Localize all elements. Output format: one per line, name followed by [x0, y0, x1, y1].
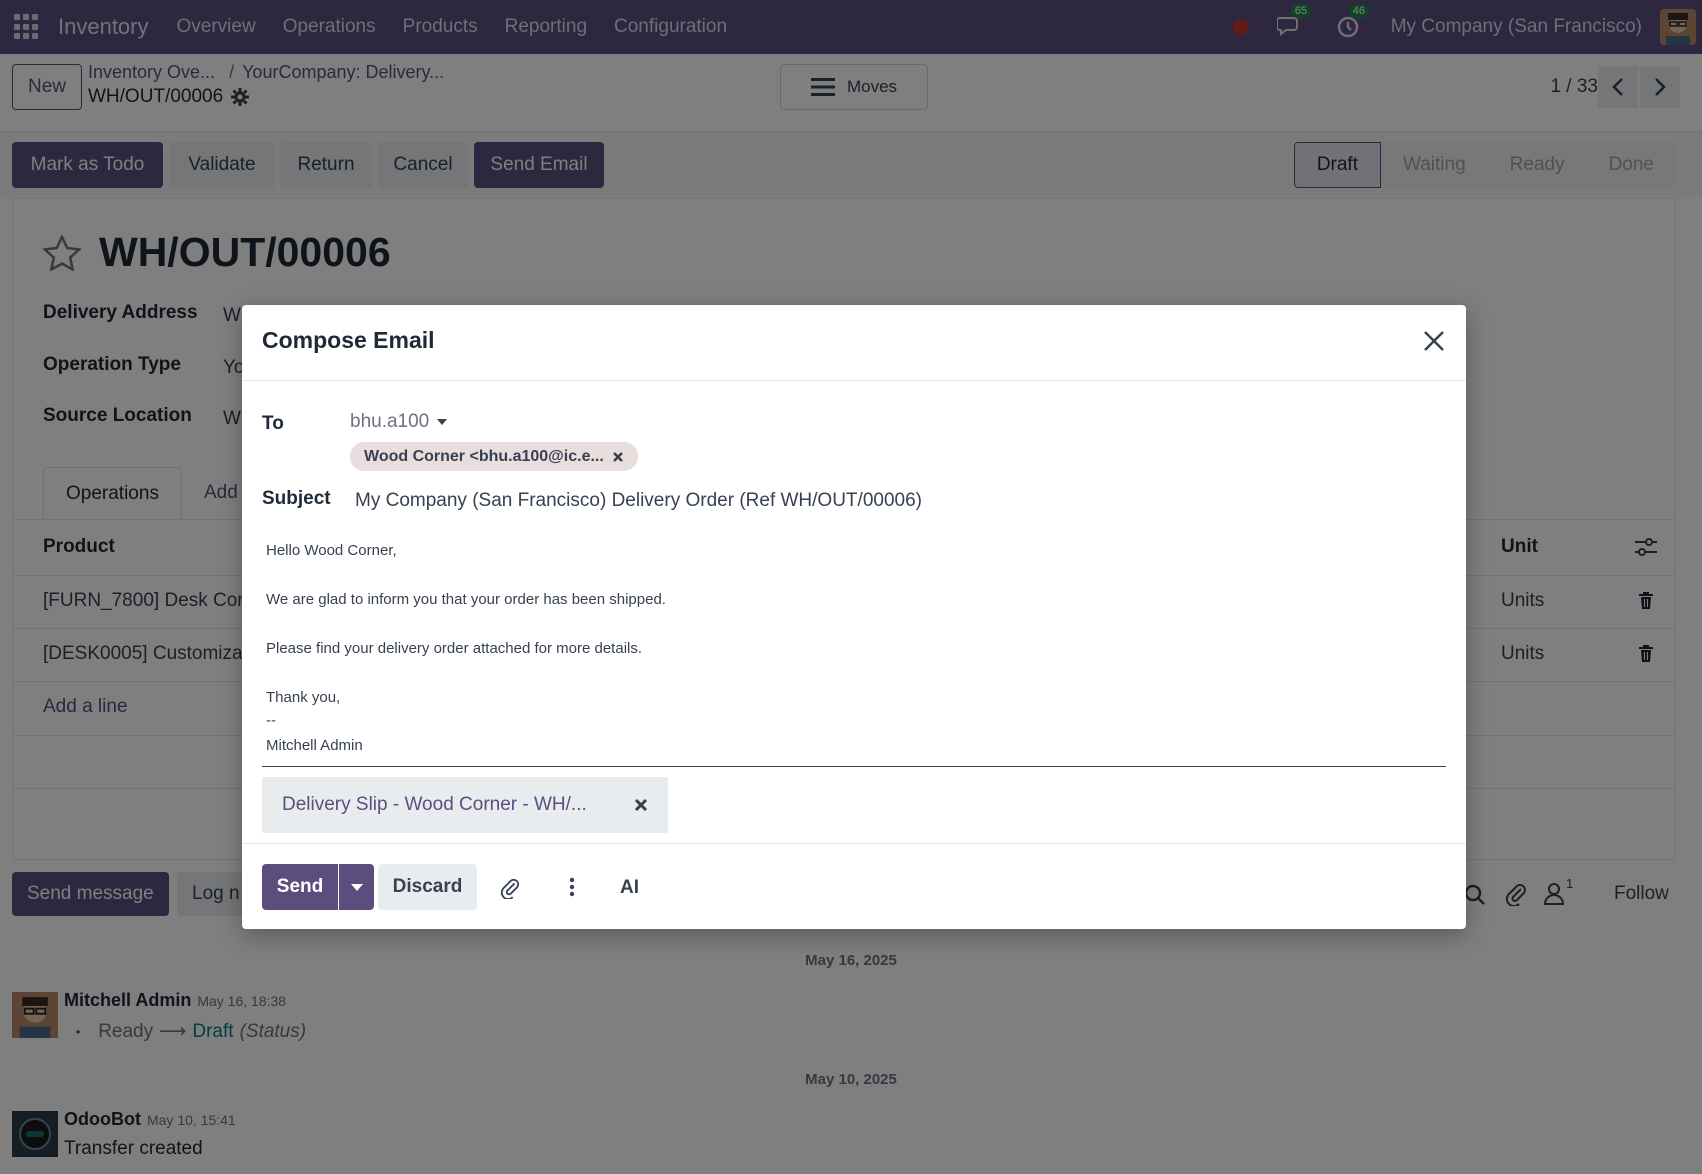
remove-attachment-icon[interactable] — [634, 798, 648, 812]
caret-down-icon — [437, 419, 448, 425]
modal-header: Compose Email — [242, 305, 1466, 381]
body-line: Please find your delivery order attached… — [266, 640, 643, 657]
editor-divider — [262, 766, 1446, 767]
subject-field[interactable]: My Company (San Francisco) Delivery Orde… — [355, 490, 922, 512]
recipient-select[interactable]: bhu.a100 — [350, 411, 448, 433]
send-button[interactable]: Send — [262, 864, 338, 910]
more-options-icon[interactable] — [569, 877, 575, 897]
compose-email-dialog: Compose Email To bhu.a100 Wood Corner <b… — [242, 305, 1466, 929]
attachment-chip[interactable]: Delivery Slip - Wood Corner - WH/... — [262, 777, 668, 833]
modal-title: Compose Email — [262, 327, 435, 353]
recipient-select-value: bhu.a100 — [350, 411, 430, 432]
send-options-dropdown[interactable] — [339, 864, 374, 910]
recipient-tag-label: Wood Corner <bhu.a100@ic.e... — [364, 447, 604, 465]
close-icon[interactable] — [1420, 327, 1448, 355]
paperclip-icon[interactable] — [500, 877, 520, 899]
body-line: -- — [266, 712, 276, 729]
caret-down-icon — [350, 883, 363, 891]
remove-tag-icon[interactable] — [612, 451, 624, 463]
modal-footer: Send Discard AI — [242, 843, 1466, 929]
ai-button[interactable]: AI — [620, 877, 639, 899]
body-line: We are glad to inform you that your orde… — [266, 591, 666, 608]
subject-label: Subject — [262, 488, 331, 509]
to-label: To — [262, 413, 284, 434]
attachment-name[interactable]: Delivery Slip - Wood Corner - WH/... — [282, 794, 587, 816]
body-line: Thank you, — [266, 689, 341, 706]
body-line: Mitchell Admin — [266, 737, 363, 754]
discard-button[interactable]: Discard — [378, 864, 477, 910]
recipient-tag[interactable]: Wood Corner <bhu.a100@ic.e... — [350, 442, 638, 471]
body-line: Hello Wood Corner, — [266, 542, 397, 559]
